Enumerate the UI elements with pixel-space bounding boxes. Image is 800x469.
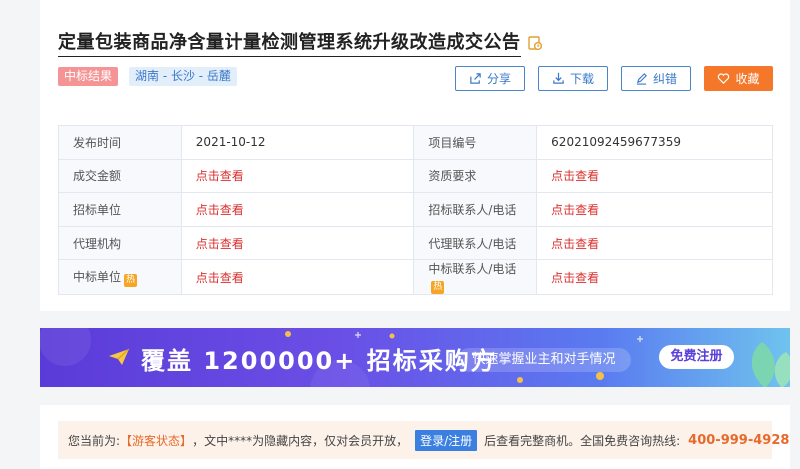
info-table: 发布时间 2021-10-12 项目编号 62021092459677359 成…	[58, 125, 773, 296]
share-label: 分享	[486, 72, 511, 86]
tag-list: 中标结果 湖南 - 长沙 - 岳麓	[58, 67, 237, 86]
download-icon	[553, 72, 564, 84]
value-qualification-link[interactable]: 点击查看	[536, 158, 773, 194]
result-tag: 中标结果	[58, 67, 119, 86]
label-winning-contact: 中标联系人/电话	[428, 262, 517, 277]
value-project-number: 62021092459677359	[536, 125, 773, 160]
value-tender-contact-link[interactable]: 点击查看	[536, 192, 773, 227]
download-label: 下载	[569, 72, 594, 86]
value-tender-unit-link[interactable]: 点击查看	[180, 192, 415, 227]
label-agency: 代理机构	[58, 225, 182, 261]
label-winning-unit-cell: 中标单位热	[58, 259, 182, 296]
label-deal-amount: 成交金额	[58, 158, 182, 194]
access-notice-card: 您当前为: 【游客状态】 ，文中****为隐藏内容，仅对会员开放， 登录/注册 …	[40, 405, 790, 469]
favorite-label: 收藏	[735, 72, 760, 86]
action-bar: 分享 下载 纠错 收藏	[455, 66, 773, 91]
value-agency-link[interactable]: 点击查看	[180, 225, 415, 261]
favorite-button[interactable]: 收藏	[704, 66, 773, 91]
label-tender-unit: 招标单位	[58, 192, 182, 227]
label-winning-unit: 中标单位	[73, 269, 122, 284]
value-deal-amount-link[interactable]: 点击查看	[180, 158, 415, 194]
promo-banner[interactable]: 覆盖 1200000+ 招标采购方 快速掌握业主和对手情况 免费注册	[40, 328, 790, 387]
table-row: 成交金额 点击查看 资质要求 点击查看	[58, 158, 773, 194]
report-error-label: 纠错	[652, 72, 677, 86]
hot-badge: 热	[124, 273, 138, 287]
region-tag[interactable]: 湖南 - 长沙 - 岳麓	[129, 67, 237, 86]
label-agency-contact: 代理联系人/电话	[413, 225, 538, 261]
share-icon	[470, 73, 481, 84]
history-icon[interactable]	[527, 35, 543, 51]
table-row: 代理机构 点击查看 代理联系人/电话 点击查看	[58, 225, 773, 261]
label-publish-date: 发布时间	[58, 125, 182, 160]
free-register-button[interactable]: 免费注册	[659, 345, 734, 369]
table-row: 中标单位热 点击查看 中标联系人/电话热 点击查看	[58, 259, 773, 296]
hotline-number: 400-999-4928	[688, 432, 790, 448]
paper-plane-icon	[109, 348, 130, 365]
notice-prefix: 您当前为:	[68, 433, 121, 448]
page-title: 定量包装商品净含量计量检测管理系统升级改造成交公告	[58, 28, 521, 57]
banner-subline: 快速掌握业主和对手情况	[457, 348, 631, 372]
download-button[interactable]: 下载	[538, 66, 608, 91]
value-agency-contact-link[interactable]: 点击查看	[536, 225, 773, 261]
label-project-number: 项目编号	[413, 125, 538, 160]
notice-card: 定量包装商品净含量计量检测管理系统升级改造成交公告 中标结果 湖南 - 长沙 -…	[40, 0, 790, 311]
label-tender-contact: 招标联系人/电话	[413, 192, 538, 227]
table-row: 招标单位 点击查看 招标联系人/电话 点击查看	[58, 192, 773, 227]
hot-badge: 热	[431, 281, 445, 295]
value-winning-contact-link[interactable]: 点击查看	[536, 259, 773, 296]
title-row: 定量包装商品净含量计量检测管理系统升级改造成交公告	[58, 28, 543, 57]
visitor-notice: 您当前为: 【游客状态】 ，文中****为隐藏内容，仅对会员开放， 登录/注册 …	[58, 421, 789, 459]
banner-headline: 覆盖 1200000+ 招标采购方	[141, 347, 497, 375]
label-qualification: 资质要求	[413, 158, 538, 194]
login-register-button[interactable]: 登录/注册	[415, 429, 478, 451]
notice-middle: ，文中****为隐藏内容，仅对会员开放，	[192, 433, 409, 448]
value-winning-unit-link[interactable]: 点击查看	[180, 259, 415, 296]
table-row: 发布时间 2021-10-12 项目编号 62021092459677359	[58, 125, 773, 160]
share-button[interactable]: 分享	[455, 66, 525, 91]
value-publish-date: 2021-10-12	[180, 125, 415, 160]
edit-icon	[636, 73, 647, 85]
visitor-status: 【游客状态】	[120, 433, 193, 448]
notice-after: 后查看完整商机。全国免费咨询热线:	[484, 433, 681, 448]
report-error-button[interactable]: 纠错	[621, 66, 691, 91]
label-winning-contact-cell: 中标联系人/电话热	[413, 259, 538, 296]
heart-icon	[718, 73, 730, 84]
